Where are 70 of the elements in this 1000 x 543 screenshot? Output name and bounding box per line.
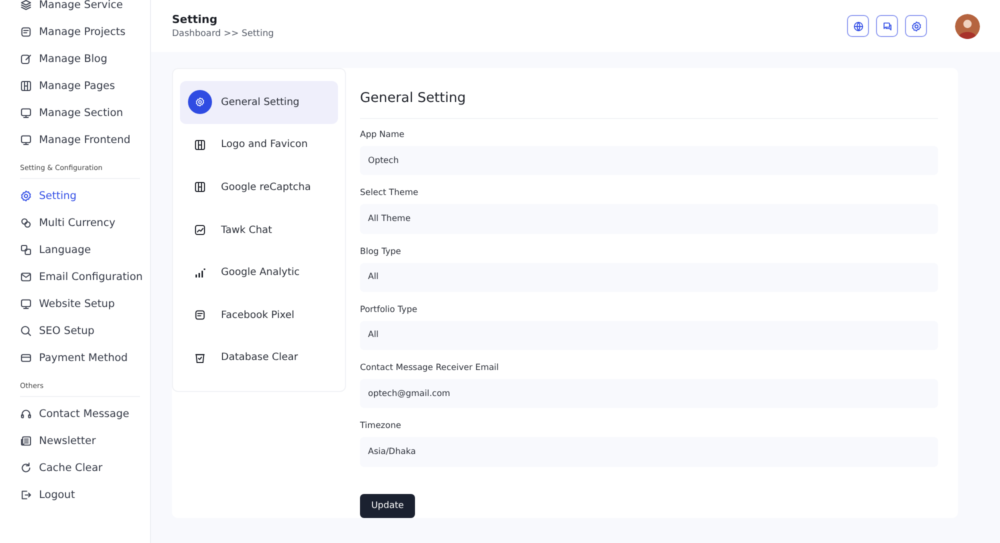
coins-icon	[20, 216, 32, 228]
monitor-icon	[20, 106, 32, 118]
settings-icon	[910, 20, 922, 32]
chat-button[interactable]	[876, 15, 898, 37]
sidebar-item[interactable]: Website Setup	[20, 290, 150, 317]
settings-icon	[20, 190, 32, 202]
sidebar-item[interactable]: Multi Currency	[20, 209, 150, 236]
grid-icon	[194, 138, 206, 151]
update-button[interactable]: Update	[360, 494, 415, 518]
input-field[interactable]: All	[360, 262, 938, 292]
sidebar-item[interactable]: Manage Section	[20, 99, 150, 126]
sidebar-item[interactable]: Manage Projects	[20, 18, 150, 45]
field-label: Blog Type	[360, 246, 402, 257]
field-label: Contact Message Receiver Email	[360, 363, 500, 374]
monitor-icon	[20, 298, 32, 310]
field-label: App Name	[360, 130, 406, 140]
sidebar-item[interactable]: Cache Clear	[20, 454, 150, 481]
sidebar-item[interactable]: Setting	[20, 182, 150, 209]
grid-icon	[194, 181, 206, 194]
settings-menu-item[interactable]: Database Clear	[180, 336, 338, 380]
newspaper-icon	[20, 434, 32, 446]
settings-menu-item[interactable]: Google reCaptcha	[180, 166, 338, 209]
form-title: General Setting	[360, 90, 938, 119]
mail-icon	[20, 270, 32, 282]
translate-icon	[20, 244, 32, 256]
field-label: Select Theme	[360, 188, 420, 198]
headset-icon	[20, 408, 32, 420]
input-field[interactable]: Asia/Dhaka	[360, 437, 938, 467]
logout-icon	[20, 488, 32, 500]
input-field[interactable]: Optech	[360, 146, 938, 176]
refresh-icon	[20, 462, 32, 474]
field-label: Portfolio Type	[360, 304, 418, 315]
globe-icon	[852, 20, 864, 32]
card-icon	[20, 352, 32, 364]
sidebar-item[interactable]: Manage Pages	[20, 72, 150, 99]
sidebar-item[interactable]: Email Configuration	[20, 263, 150, 290]
settings-menu-item[interactable]: Facebook Pixel	[180, 294, 338, 336]
input-field[interactable]: optech@gmail.com	[360, 379, 938, 408]
sidebar-item[interactable]: Language	[20, 236, 150, 263]
chart-icon	[194, 224, 206, 236]
sidebar-item[interactable]: SEO Setup	[20, 317, 150, 344]
settings-menu-item[interactable]: General Setting	[180, 81, 338, 124]
input-field[interactable]: All	[360, 320, 938, 350]
document-icon	[20, 26, 32, 38]
settings-menu-item[interactable]: Logo and Favicon	[180, 124, 338, 166]
input-field[interactable]: All Theme	[360, 204, 938, 234]
sidebar-item[interactable]: Payment Method	[20, 344, 150, 371]
language-button[interactable]	[847, 15, 869, 37]
settings-menu-item[interactable]: Google Analytic	[180, 251, 338, 294]
sidebar-item[interactable]: Newsletter	[20, 427, 150, 454]
edit-icon	[20, 52, 32, 64]
breadcrumb: Dashboard >> Setting	[172, 29, 274, 39]
search-icon	[20, 324, 32, 336]
avatar[interactable]	[955, 14, 980, 38]
sidebar-item[interactable]: Contact Message	[20, 400, 150, 427]
settings-menu-item[interactable]: Tawk Chat	[180, 208, 338, 252]
layers-icon	[20, 0, 32, 10]
sidebar-item[interactable]: Manage Blog	[20, 45, 150, 72]
grid-icon	[20, 80, 32, 92]
sidebar-item[interactable]: Manage Frontend	[20, 126, 150, 153]
chat-icon	[882, 20, 892, 32]
field-label: Timezone	[360, 421, 402, 432]
bar-chart-icon	[194, 266, 206, 279]
settings-button[interactable]	[905, 15, 927, 37]
monitor-icon	[20, 134, 32, 146]
settings-icon	[195, 97, 205, 108]
page-title: Setting	[172, 13, 218, 26]
sidebar-item[interactable]: Logout	[20, 481, 150, 508]
trash-icon	[194, 352, 206, 364]
document-icon	[194, 309, 206, 322]
